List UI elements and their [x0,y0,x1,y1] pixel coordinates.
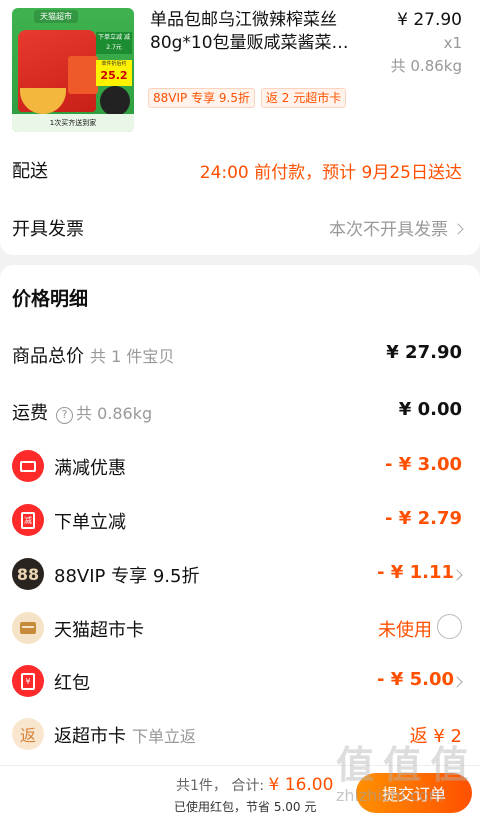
delivery-label: 配送 [12,161,48,182]
full-reduction-label: 满减优惠 [54,458,126,479]
discount-icon-text: 减 [21,511,35,529]
invoice-row[interactable]: 本次不开具发票 [329,215,464,240]
image-price-badge: 单件折后约 25.2 [96,60,132,86]
price-detail-card: 价格明细 商品总价共 1 件宝贝 ¥ 27.90 运费? 共 0.86kg ¥ 0… [0,265,480,765]
red-packet-label: 红包 [54,673,90,694]
instant-discount-value: - ¥ 2.79 [385,508,462,529]
vip-row[interactable]: 88 88VIP 专享 9.5折 - ¥ 1.11 [0,557,480,591]
market-card-row[interactable]: 天猫超市卡 未使用 [0,611,480,645]
item-count: 共1件， [176,778,227,794]
invoice-value: 本次不开具发票 [329,220,448,240]
rebate-icon: 返 [12,718,44,750]
88vip-icon: 88 [12,558,44,590]
product-price: ¥ 27.90 [397,10,462,30]
instant-discount-row: 减 下单立减 - ¥ 2.79 [0,503,480,537]
ticket-icon [12,450,44,482]
subtotal-sub: 共 1 件宝贝 [90,347,175,366]
rebate-sub: 下单立返 [132,727,197,746]
watermark-url: zhizhizhi.com [336,786,445,805]
rebate-label: 返超市卡 下单立返 [54,722,196,748]
order-total: 共1件， 合计: ¥ 16.00 [176,775,333,795]
subtotal-value: ¥ 27.90 [386,342,462,363]
product-weight: 共 0.86kg [390,57,462,75]
red-packet-value: - ¥ 5.00 [377,669,454,690]
red-packet-icon-text: ¥ [21,672,35,690]
total-amount: ¥ 16.00 [268,775,334,795]
product-tags: 88VIP 专享 9.5折 返 2 元超市卡 [148,88,347,108]
subtotal-label-text: 商品总价 [12,346,84,367]
subtotal-row: 商品总价共 1 件宝贝 ¥ 27.90 [0,337,480,371]
rebate-label-text: 返超市卡 [54,726,126,747]
instant-discount-label: 下单立减 [54,512,126,533]
image-discount-badge: 下单立减 减2.7元 [96,32,132,54]
product-image[interactable]: 天猫超市 下单立减 减2.7元 单件折后约 25.2 1次买齐送到家 [12,8,134,132]
red-packet-icon: ¥ [12,665,44,697]
savings-text: 已使用红包，节省 5.00 元 [174,800,317,814]
shipping-value: ¥ 0.00 [398,399,462,420]
market-card-value: 未使用 [378,620,432,641]
shipping-label-text: 运费 [12,403,48,424]
vip-value: - ¥ 1.11 [377,562,454,583]
tmall-cat-icon [100,86,130,116]
shipping-row: 运费? 共 0.86kg ¥ 0.00 [0,394,480,428]
product-title[interactable]: 单品包邮乌江微辣榨菜丝 80g*10包量贩咸菜酱菜… [150,9,372,55]
discount-icon: 减 [12,504,44,536]
total-label: 合计: [231,778,265,794]
delivery-value: 24:00 前付款，预计 9月25日送达 [199,163,462,183]
market-card-label: 天猫超市卡 [54,620,144,641]
product-title-line2: 80g*10包量贩咸菜酱菜… [150,33,349,53]
vip-label: 88VIP 专享 9.5折 [54,566,200,587]
image-store-tag: 天猫超市 [34,10,78,23]
vip-tag: 88VIP 专享 9.5折 [148,88,255,108]
image-price-badge-value: 25.2 [100,69,128,82]
image-bottom-banner: 1次买齐送到家 [12,114,134,132]
card-icon [12,612,44,644]
red-packet-row[interactable]: ¥ 红包 - ¥ 5.00 [0,664,480,698]
order-item-card: 天猫超市 下单立减 减2.7元 单件折后约 25.2 1次买齐送到家 单品包邮乌江… [0,0,480,255]
subtotal-label: 商品总价共 1 件宝贝 [12,342,174,368]
chevron-right-icon [452,223,464,235]
invoice-label: 开具发票 [12,219,84,240]
shipping-sub: 共 0.86kg [76,404,153,423]
help-icon[interactable]: ? [56,407,73,424]
market-card-radio[interactable] [437,614,462,639]
full-reduction-value: - ¥ 3.00 [385,454,462,475]
shipping-label: 运费? 共 0.86kg [12,399,152,425]
product-pack [68,56,98,94]
full-reduction-row: 满减优惠 - ¥ 3.00 [0,449,480,483]
rebate-tag: 返 2 元超市卡 [260,88,347,108]
watermark-logo: 值 值 值 [336,743,468,787]
image-price-badge-label: 单件折后约 [101,61,127,67]
product-quantity: x1 [443,34,462,52]
product-title-line1: 单品包邮乌江微辣榨菜丝 [150,10,337,30]
price-detail-title: 价格明细 [12,288,89,310]
